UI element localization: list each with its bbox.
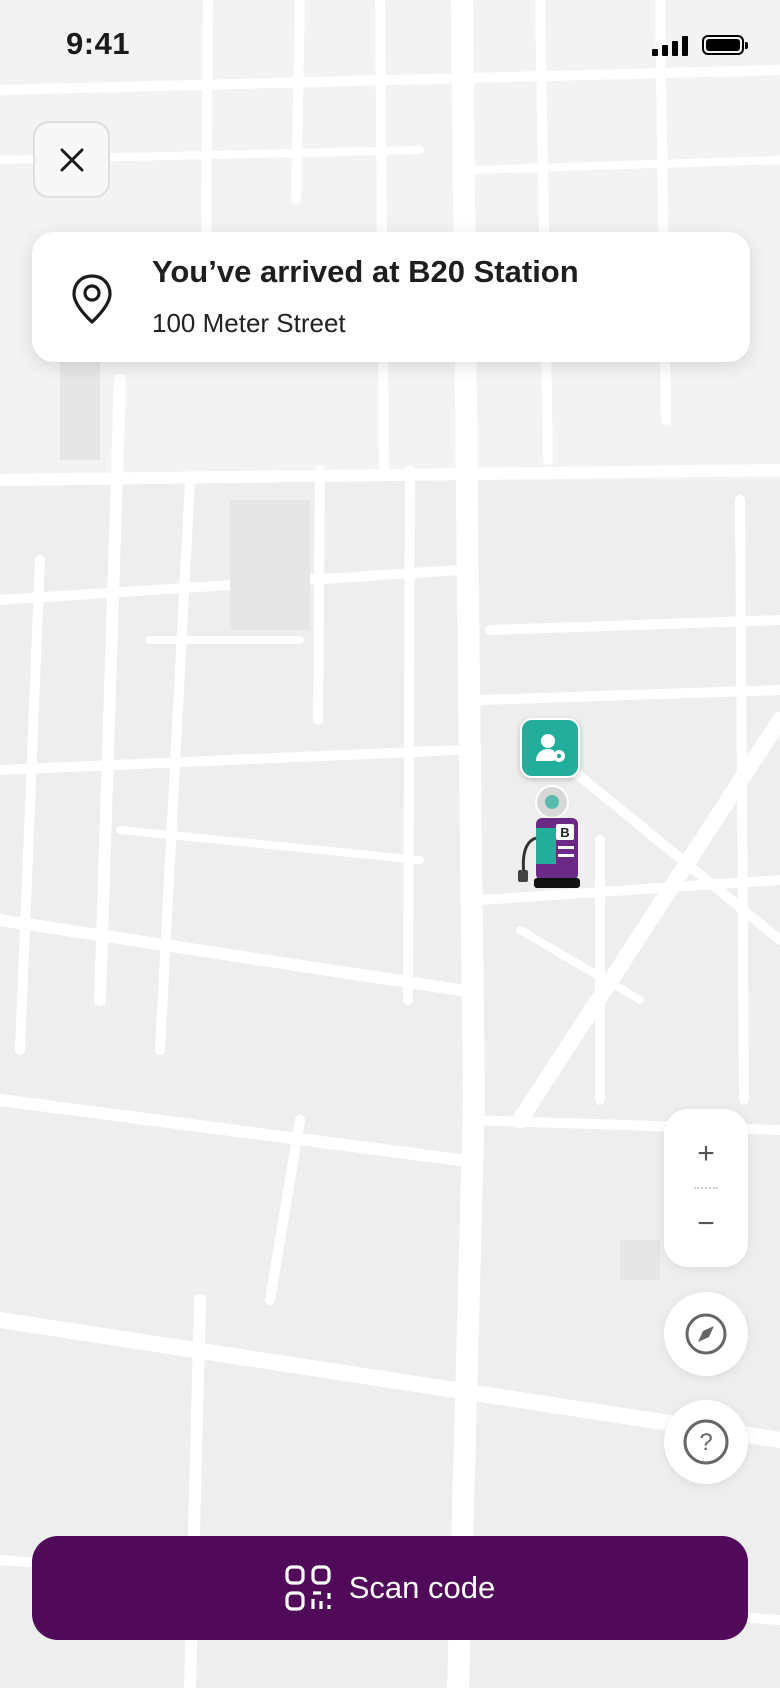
close-button[interactable] bbox=[33, 121, 110, 198]
compass-button[interactable] bbox=[664, 1292, 748, 1376]
zoom-controls: + − bbox=[664, 1109, 748, 1267]
help-icon: ? bbox=[683, 1419, 729, 1465]
status-bar: 9:41 bbox=[0, 0, 780, 92]
arrival-card bbox=[32, 232, 750, 362]
qr-scan-icon bbox=[285, 1565, 331, 1611]
arrival-title: You’ve arrived at B20 Station bbox=[152, 254, 579, 289]
charging-station-icon[interactable]: B bbox=[516, 784, 586, 894]
zoom-out-button[interactable]: − bbox=[664, 1189, 748, 1259]
help-glyph: ? bbox=[699, 1429, 712, 1456]
scan-button-label: Scan code bbox=[348, 1570, 496, 1605]
status-time: 9:41 bbox=[66, 26, 131, 61]
battery-icon bbox=[702, 35, 748, 55]
arrival-address: 100 Meter Street bbox=[152, 308, 346, 338]
signal-strength-icon bbox=[652, 36, 688, 56]
scan-code-button[interactable]: Scan code bbox=[32, 1536, 748, 1640]
user-location-icon bbox=[536, 734, 565, 762]
map-pin-icon bbox=[72, 274, 112, 324]
close-icon bbox=[60, 148, 83, 171]
user-location-marker[interactable] bbox=[520, 718, 580, 778]
help-button[interactable]: ? bbox=[664, 1400, 748, 1484]
zoom-in-button[interactable]: + bbox=[664, 1119, 748, 1189]
compass-icon bbox=[685, 1313, 727, 1355]
station-badge-letter: B bbox=[560, 825, 569, 840]
